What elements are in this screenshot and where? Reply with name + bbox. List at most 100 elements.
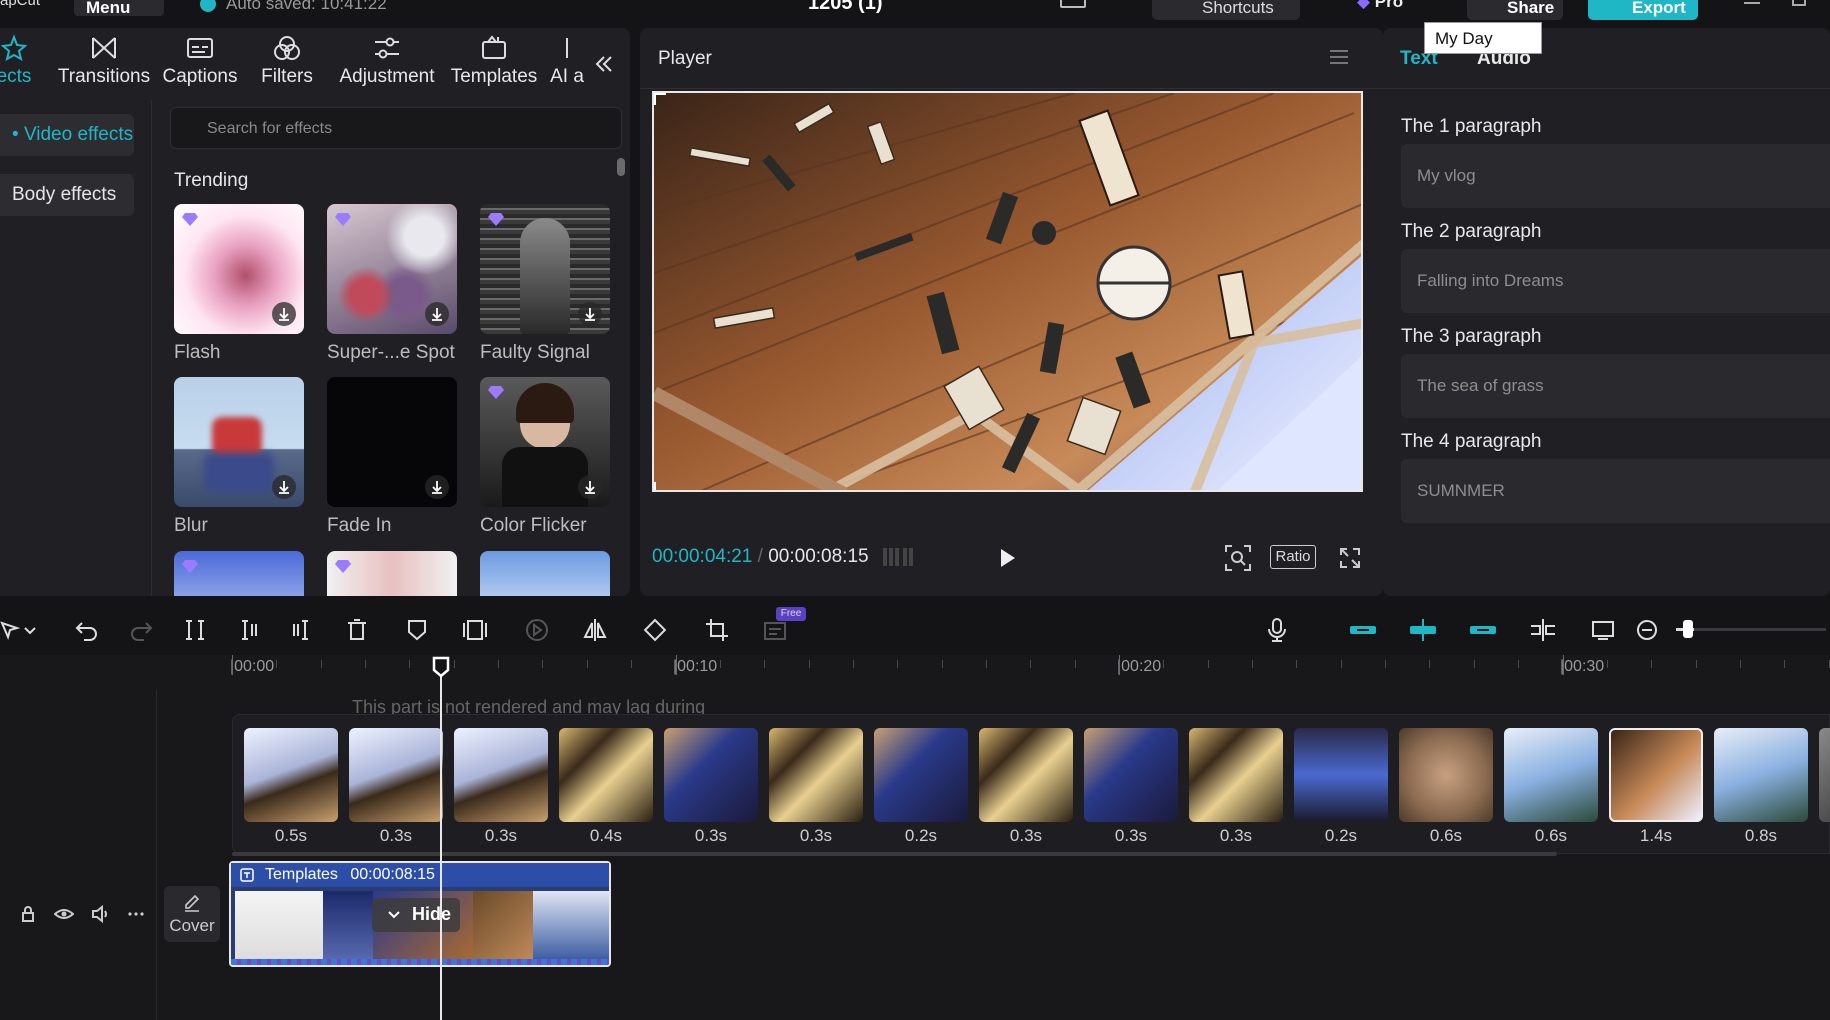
paragraph-input[interactable]: The sea of grass: [1401, 354, 1830, 418]
linkage-icon[interactable]: [1468, 617, 1498, 643]
timeline-clip[interactable]: [1189, 728, 1283, 822]
effect-item[interactable]: [327, 551, 457, 596]
chevron-down-icon[interactable]: [22, 617, 38, 643]
effect-item[interactable]: Flash: [174, 204, 304, 364]
total-time: 00:00:08:15: [768, 546, 869, 567]
download-icon[interactable]: [578, 302, 602, 326]
timeline-clip[interactable]: [1399, 728, 1493, 822]
search-input[interactable]: Search for effects: [170, 107, 622, 149]
main-track-magnet-icon[interactable]: [1348, 617, 1378, 643]
effect-item[interactable]: [480, 551, 610, 596]
tab-effects[interactable]: ects: [0, 28, 40, 98]
tab-adjustment[interactable]: Adjustment: [334, 28, 440, 98]
tab-templates[interactable]: Templates: [444, 28, 544, 98]
project-title[interactable]: 1205 (1): [808, 0, 883, 15]
timeline-clip[interactable]: [1714, 728, 1808, 822]
effect-item[interactable]: Blur: [174, 377, 304, 537]
download-icon[interactable]: [272, 475, 296, 499]
ruler-tick: [631, 660, 632, 668]
hide-button[interactable]: Hide: [372, 898, 460, 932]
marker-icon[interactable]: [404, 617, 430, 643]
playhead-handle[interactable]: [432, 656, 450, 678]
timeline-clip[interactable]: [349, 728, 443, 822]
timeline-clip[interactable]: [559, 728, 653, 822]
paragraph-input[interactable]: My vlog: [1401, 144, 1830, 208]
tab-captions[interactable]: Captions: [158, 28, 242, 98]
effect-item[interactable]: Fade In: [327, 377, 457, 537]
sidebar-item-body-effects[interactable]: Body effects: [0, 174, 134, 216]
bullet-icon: •: [12, 124, 24, 145]
fit-zoom-icon[interactable]: [1224, 544, 1252, 572]
timeline-clip[interactable]: [244, 728, 338, 822]
freeze-icon[interactable]: [462, 617, 488, 643]
effect-item[interactable]: Faulty Signal: [480, 204, 610, 364]
timeline-clip[interactable]: [454, 728, 548, 822]
mirror-icon[interactable]: [582, 617, 608, 643]
timeline-clip[interactable]: [1609, 728, 1703, 822]
tab-filters[interactable]: Filters: [252, 28, 322, 98]
timeline-clip[interactable]: [1294, 728, 1388, 822]
player-menu-icon[interactable]: [1328, 48, 1350, 66]
effect-item[interactable]: Super-...e Spot: [327, 204, 457, 364]
eye-icon[interactable]: [54, 904, 74, 924]
timeline-clip[interactable]: [1819, 728, 1830, 822]
filters-icon: [274, 36, 300, 60]
auto-snap-icon[interactable]: [1408, 617, 1438, 643]
split-right-icon[interactable]: [288, 617, 314, 643]
tab-transitions[interactable]: Transitions: [54, 28, 154, 98]
video-preview[interactable]: [652, 91, 1363, 492]
shortcuts-button[interactable]: Shortcuts: [1152, 0, 1300, 20]
preview-axis-icon[interactable]: [1528, 617, 1558, 643]
delete-icon[interactable]: [344, 617, 370, 643]
split-left-icon[interactable]: [236, 617, 262, 643]
maximize-icon[interactable]: [1792, 0, 1806, 6]
download-icon[interactable]: [272, 302, 296, 326]
timeline-scrollbar[interactable]: [232, 852, 1557, 856]
layout-icon[interactable]: [1060, 0, 1086, 8]
menu-button[interactable]: Menu: [74, 0, 164, 17]
download-icon[interactable]: [578, 475, 602, 499]
timeline-clip[interactable]: [979, 728, 1073, 822]
collapse-panel-icon[interactable]: [592, 52, 616, 76]
zoom-slider[interactable]: [1676, 628, 1826, 631]
download-icon[interactable]: [425, 302, 449, 326]
timeline-clip[interactable]: [1504, 728, 1598, 822]
redo-icon[interactable]: [128, 617, 154, 643]
panel-scrollbar[interactable]: [617, 158, 625, 176]
timeline-clip[interactable]: [1084, 728, 1178, 822]
microphone-icon[interactable]: [1264, 617, 1290, 643]
cover-button[interactable]: Cover: [164, 886, 220, 942]
premium-gem-icon: [182, 560, 198, 573]
playhead[interactable]: [440, 662, 442, 1020]
undo-icon[interactable]: [74, 617, 100, 643]
timeline-clip[interactable]: [769, 728, 863, 822]
zoom-out-icon[interactable]: [1634, 617, 1660, 643]
paragraph-input[interactable]: Falling into Dreams: [1401, 249, 1830, 313]
play-icon[interactable]: [996, 547, 1018, 569]
more-icon[interactable]: [126, 904, 146, 924]
effect-name: Color Flicker: [480, 515, 587, 536]
effect-item[interactable]: Color Flicker: [480, 377, 610, 537]
fullscreen-icon[interactable]: [1338, 546, 1362, 570]
effect-item[interactable]: [174, 551, 304, 596]
sidebar-item-video-effects[interactable]: • Video effects: [0, 114, 134, 156]
split-icon[interactable]: [182, 617, 208, 643]
timeline-clip[interactable]: [874, 728, 968, 822]
volume-icon[interactable]: [90, 904, 110, 924]
paragraph-input[interactable]: SUMNMER: [1401, 459, 1830, 523]
share-button[interactable]: Share: [1467, 0, 1563, 20]
ratio-button[interactable]: Ratio: [1270, 545, 1316, 569]
ruler-tick: [942, 660, 943, 668]
fit-timeline-icon[interactable]: [1590, 617, 1616, 643]
export-button[interactable]: Export: [1588, 0, 1698, 20]
crop-icon[interactable]: [704, 617, 730, 643]
tab-ai[interactable]: AI a: [548, 28, 586, 98]
pro-button[interactable]: ◆ Pro: [1357, 0, 1403, 12]
timeline-clip[interactable]: [664, 728, 758, 822]
lock-icon[interactable]: [18, 904, 38, 924]
rotate-icon[interactable]: [642, 617, 668, 643]
reverse-icon[interactable]: [524, 617, 550, 643]
minimize-icon[interactable]: [1744, 2, 1760, 4]
zoom-slider-handle[interactable]: [1683, 620, 1693, 638]
download-icon[interactable]: [425, 475, 449, 499]
